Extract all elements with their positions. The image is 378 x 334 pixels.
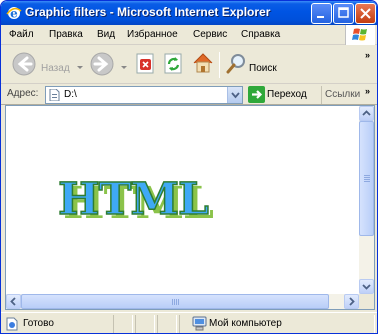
minimize-icon [317,16,324,18]
home-button[interactable] [191,49,215,81]
scroll-left-button[interactable] [6,294,21,309]
close-icon [360,8,371,19]
status-pane [135,315,155,333]
title-bar[interactable]: e Graphic filters - Microsoft Internet E… [1,1,377,25]
address-input[interactable]: D:\ [64,89,77,100]
menu-tools[interactable]: Сервис [193,29,227,40]
maximize-button[interactable] [333,3,354,24]
status-bar: Готово Мой компьютер [1,312,377,333]
horizontal-scrollbar[interactable] [6,294,359,309]
forward-arrow-icon [90,52,114,76]
toolbar-separator [219,52,220,78]
scroll-right-arrow-icon [349,297,355,306]
window-title: Graphic filters - Microsoft Internet Exp… [25,5,271,19]
scroll-down-arrow-icon [362,284,371,290]
menu-file[interactable]: Файл [9,29,34,40]
toolbar-chevron-icon[interactable]: » [365,50,370,60]
menu-bar: Файл Правка Вид Избранное Сервис Справка [1,25,377,45]
vertical-scroll-thumb[interactable] [359,121,374,236]
scroll-left-arrow-icon [10,297,16,306]
menu-edit[interactable]: Правка [49,29,83,40]
page-icon [49,89,60,101]
links-chevron-icon[interactable]: » [365,86,370,96]
address-bar: Адрес: D:\ Переход Ссылки » [1,85,377,105]
back-button[interactable]: Назад [11,49,91,81]
search-button[interactable]: Поиск [225,49,285,81]
status-text: Готово [23,318,54,329]
horizontal-scroll-thumb[interactable] [21,294,329,309]
close-button[interactable] [355,3,376,24]
minimize-button[interactable] [311,3,332,24]
html-text-main: HTML [58,174,208,225]
search-icon [226,54,245,74]
menu-help[interactable]: Справка [241,29,280,40]
address-label: Адрес: [7,88,39,99]
maximize-icon [338,7,349,18]
back-label: Назад [41,63,70,74]
refresh-button[interactable] [163,49,185,81]
page-status-icon [6,317,18,331]
refresh-icon [164,53,182,74]
scroll-down-button[interactable] [359,279,374,294]
zone-text: Мой компьютер [209,318,282,329]
scroll-up-button[interactable] [359,106,374,121]
links-button[interactable]: Ссылки [321,86,365,104]
html-filtered-text: HTML HTML [57,174,214,226]
scrollbar-corner [359,294,374,309]
address-field[interactable]: D:\ [45,86,243,104]
standard-toolbar: Назад Поиск » [1,46,377,84]
scroll-up-arrow-icon [362,110,371,116]
go-label: Переход [267,89,307,100]
status-pane [157,315,177,333]
address-dropdown-button[interactable] [227,87,242,103]
stop-icon [136,53,154,74]
page-content: HTML HTML [5,105,375,310]
menu-view[interactable]: Вид [97,29,115,40]
browser-window: e Graphic filters - Microsoft Internet E… [0,0,378,334]
status-pane [113,315,133,333]
back-dropdown-arrow-icon[interactable] [77,66,83,69]
my-computer-icon [192,316,207,331]
scroll-right-button[interactable] [344,294,359,309]
vertical-scrollbar[interactable] [359,106,374,294]
windows-flag-icon [352,28,367,41]
internet-explorer-icon: e [6,7,22,21]
stop-button[interactable] [135,49,157,81]
forward-button[interactable] [89,49,129,81]
chevron-down-icon [231,92,240,99]
document-viewport: HTML HTML [6,106,359,294]
windows-logo [345,25,375,45]
menu-favorites[interactable]: Избранное [127,29,178,40]
go-arrow-icon [248,86,265,103]
home-icon [193,53,213,73]
go-button[interactable]: Переход [247,86,315,104]
search-label: Поиск [249,63,277,74]
back-arrow-icon [12,52,36,76]
forward-dropdown-arrow-icon[interactable] [121,66,127,69]
